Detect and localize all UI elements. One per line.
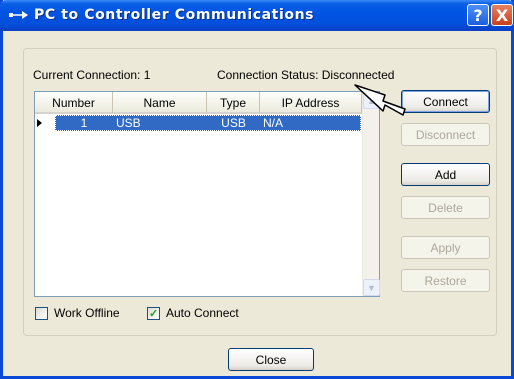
restore-button[interactable]: Restore	[401, 269, 490, 292]
list-header: Number Name Type IP Address	[35, 92, 379, 114]
connect-button[interactable]: Connect	[401, 90, 490, 113]
apply-button[interactable]: Apply	[401, 236, 490, 259]
close-icon: X	[495, 5, 509, 25]
work-offline-label[interactable]: Work Offline	[54, 306, 120, 320]
column-header-number[interactable]: Number	[35, 92, 113, 113]
connections-list[interactable]: Number Name Type IP Address 1 USB USB N/…	[34, 91, 380, 297]
close-window-button[interactable]: X	[491, 4, 513, 26]
cell-type: USB	[207, 115, 260, 131]
chevron-down-icon: ▼	[367, 282, 376, 293]
close-button[interactable]: Close	[228, 348, 314, 371]
serial-cable-icon	[9, 11, 28, 19]
help-icon: ?	[473, 5, 483, 25]
table-row[interactable]: 1 USB USB N/A	[35, 115, 361, 131]
scroll-down-button[interactable]: ▼	[363, 279, 380, 296]
auto-connect-checkbox[interactable]: ✓	[147, 307, 160, 320]
column-header-name[interactable]: Name	[113, 92, 207, 113]
column-header-ip-address[interactable]: IP Address	[260, 92, 362, 113]
auto-connect-label[interactable]: Auto Connect	[166, 306, 239, 320]
cell-number: 1	[55, 115, 113, 131]
disconnect-button[interactable]: Disconnect	[401, 123, 490, 146]
dialog-window: PC to Controller Communications ? X Curr…	[0, 0, 514, 379]
title-bar[interactable]: PC to Controller Communications ? X	[0, 0, 514, 31]
delete-button[interactable]: Delete	[401, 196, 490, 219]
work-offline-checkbox[interactable]	[35, 307, 48, 320]
window-title: PC to Controller Communications	[34, 7, 315, 23]
current-connection-label: Current Connection: 1	[33, 68, 151, 82]
help-button[interactable]: ?	[467, 4, 489, 26]
column-header-type[interactable]: Type	[207, 92, 260, 113]
mouse-pointer-icon	[354, 84, 406, 116]
cell-name: USB	[113, 115, 207, 131]
check-mark-icon: ✓	[149, 308, 159, 320]
cell-ip-address: N/A	[260, 115, 361, 131]
add-button[interactable]: Add	[401, 163, 490, 186]
